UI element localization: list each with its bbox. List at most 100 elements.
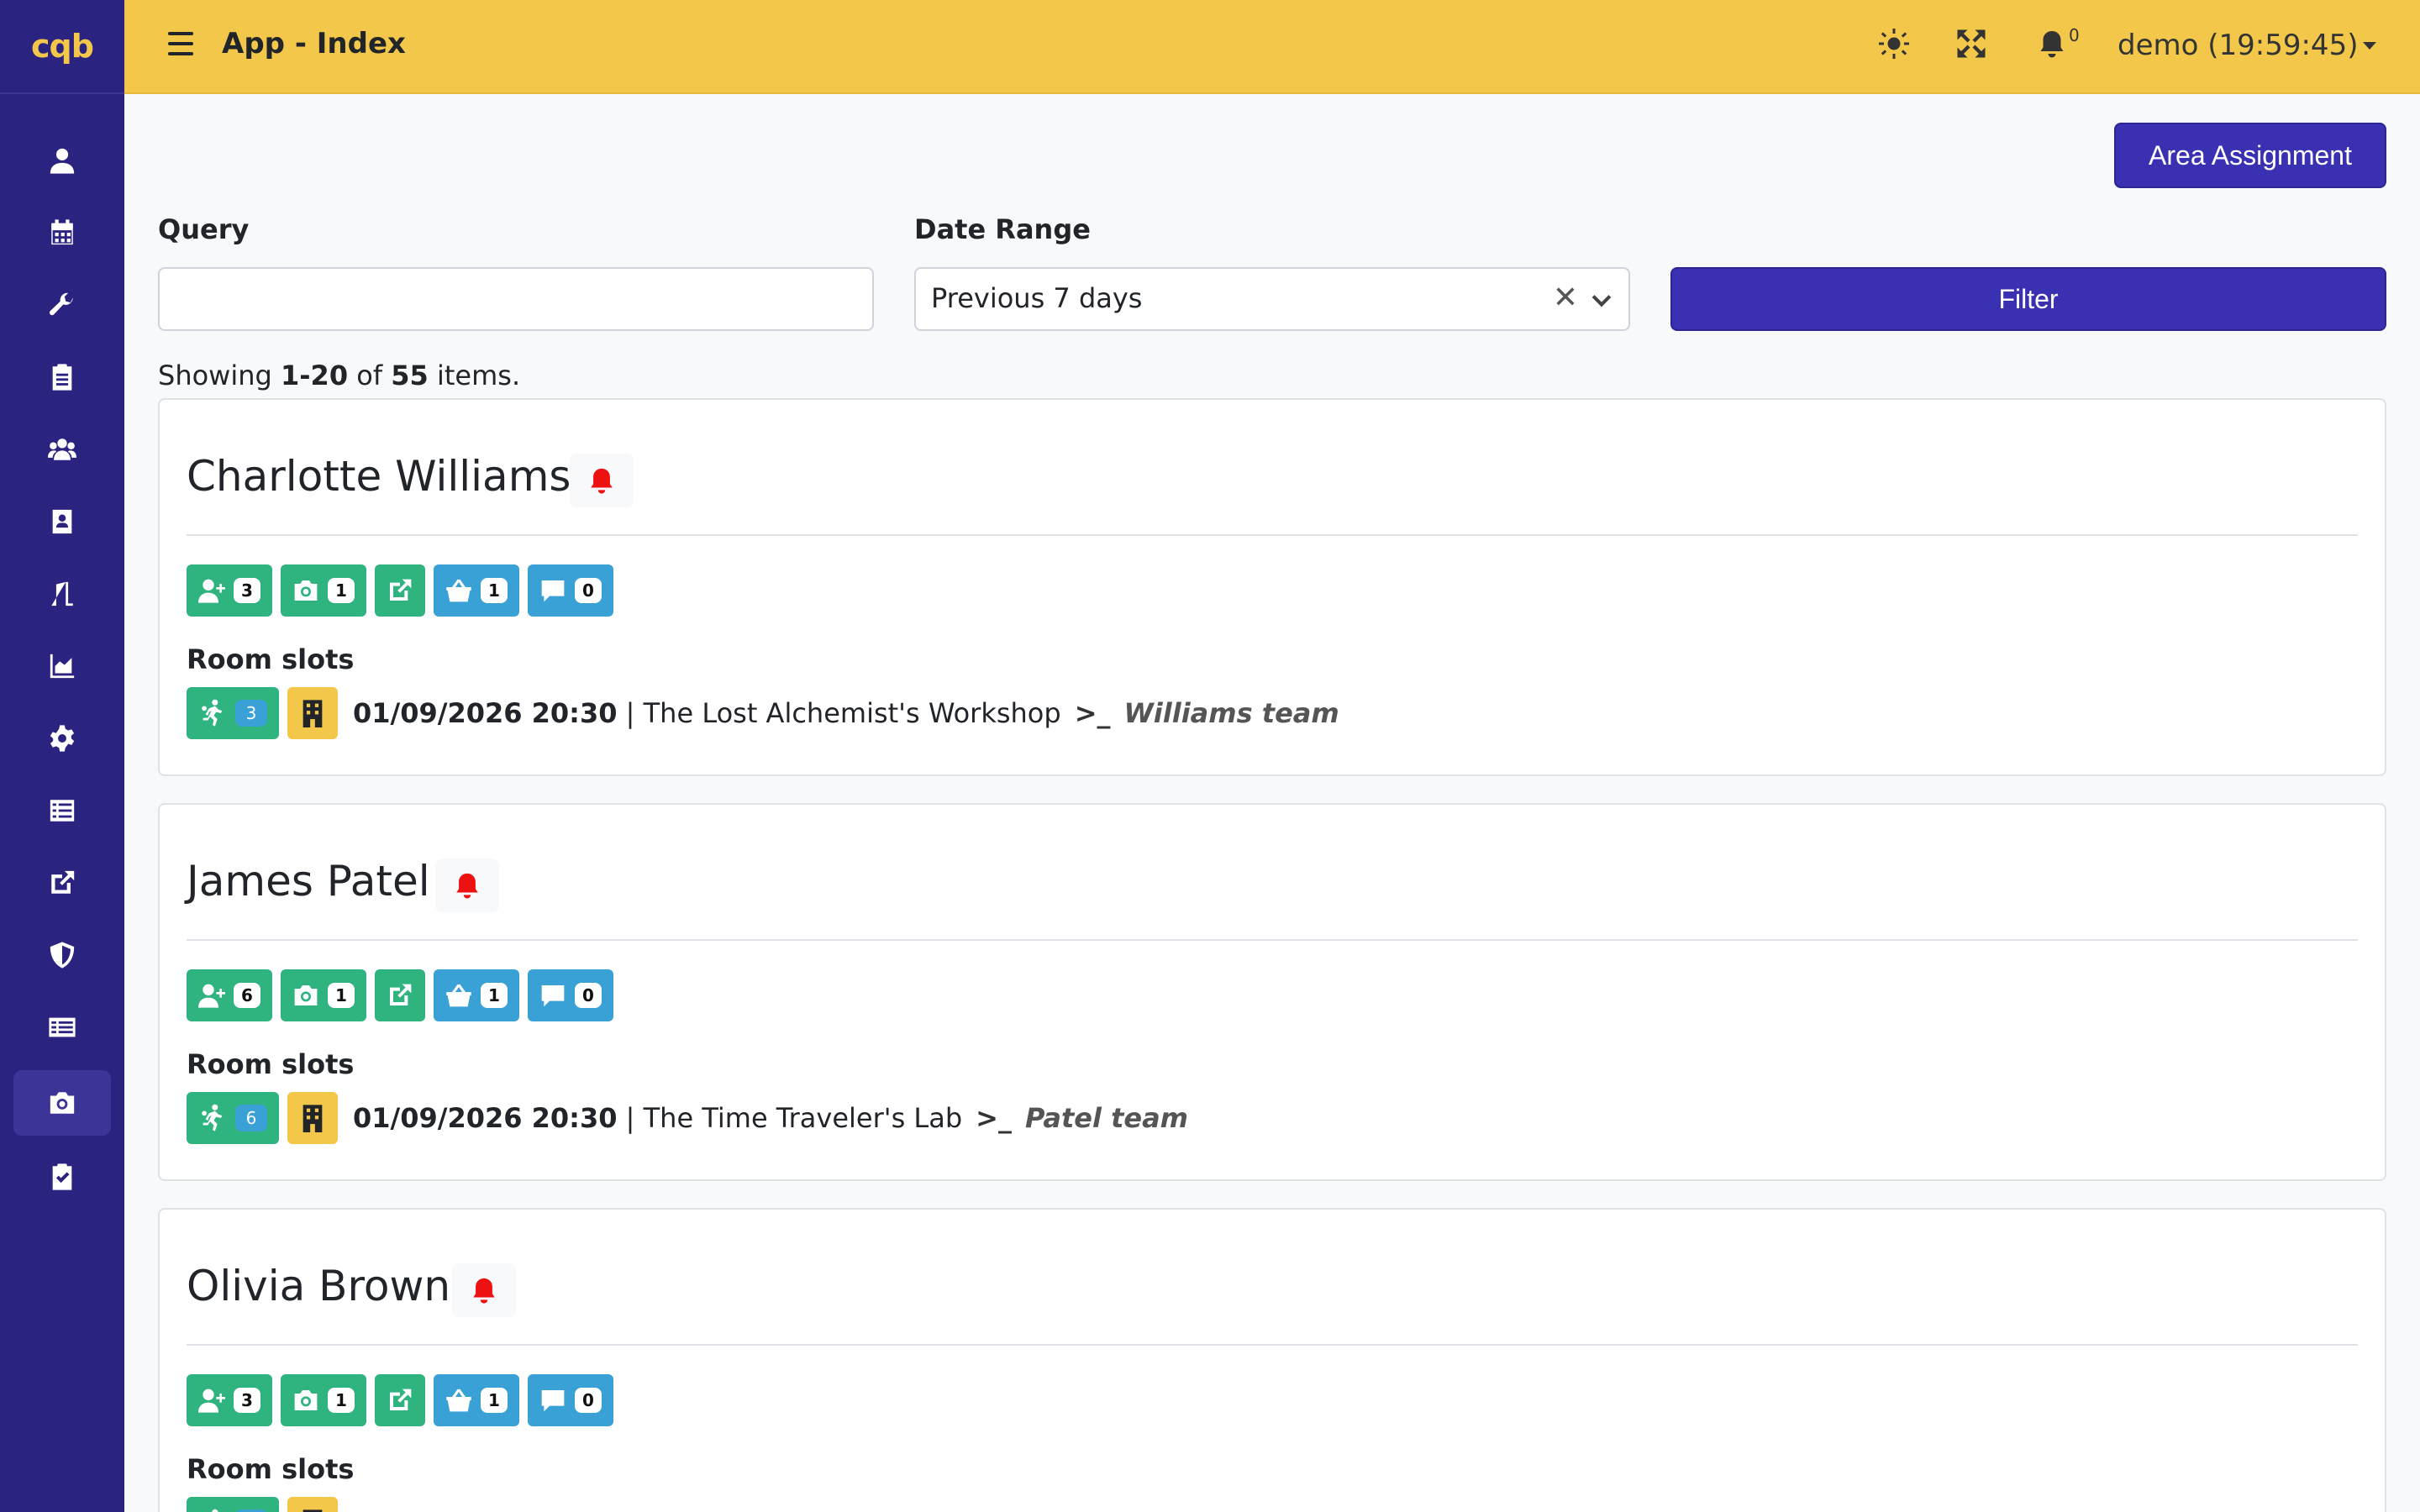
players-count: 6 bbox=[234, 983, 260, 1008]
building-badge[interactable] bbox=[287, 687, 338, 739]
sidebar-item-settings[interactable] bbox=[13, 706, 111, 771]
sidebar-item-users-profile[interactable] bbox=[13, 128, 111, 193]
results-total: 55 bbox=[391, 360, 429, 391]
slot-details: 01/09/2026 20:30 | The Lost Alchemist's … bbox=[353, 697, 1061, 729]
sidebar-item-tools[interactable] bbox=[13, 272, 111, 338]
shop-badge[interactable]: 1 bbox=[434, 564, 519, 617]
query-label: Query bbox=[158, 213, 250, 245]
date-range-label: Date Range bbox=[914, 213, 1091, 245]
user-plus-icon bbox=[198, 984, 225, 1008]
basket-icon bbox=[446, 579, 471, 602]
photos-badge[interactable]: 1 bbox=[281, 564, 366, 617]
sidebar-item-security[interactable] bbox=[13, 922, 111, 988]
alert-button[interactable] bbox=[452, 1263, 516, 1317]
comments-count: 0 bbox=[575, 578, 602, 603]
open-link-badge[interactable] bbox=[375, 1374, 425, 1426]
building-icon bbox=[302, 1105, 323, 1132]
results-summary: Showing 1-20 of 55 items. bbox=[158, 360, 521, 391]
sidebar-item-table[interactable] bbox=[13, 995, 111, 1060]
people-running-icon bbox=[202, 1104, 223, 1131]
slot-players-count: 3 bbox=[235, 700, 267, 727]
terminal-icon: >_ bbox=[1074, 697, 1111, 729]
notifications-button[interactable] bbox=[2037, 29, 2070, 62]
results-range: 1-20 bbox=[281, 360, 349, 391]
customer-name: Charlotte Williams bbox=[187, 452, 571, 501]
sidebar-item-list[interactable] bbox=[13, 778, 111, 843]
external-link-icon bbox=[390, 1389, 412, 1410]
building-badge[interactable] bbox=[287, 1497, 338, 1512]
chevron-down-icon[interactable] bbox=[1591, 287, 1612, 307]
photos-count: 1 bbox=[328, 1388, 355, 1413]
comments-badge[interactable]: 0 bbox=[528, 969, 613, 1021]
open-link-badge[interactable] bbox=[375, 969, 425, 1021]
alert-button[interactable] bbox=[435, 858, 499, 912]
bell-icon bbox=[456, 873, 478, 899]
slot-players-badge[interactable] bbox=[187, 1497, 279, 1512]
page-title: App - Index bbox=[222, 27, 406, 60]
building-badge[interactable] bbox=[287, 1092, 338, 1144]
camera-icon bbox=[294, 1390, 318, 1410]
players-badge[interactable]: 3 bbox=[187, 1374, 272, 1426]
comments-badge[interactable]: 0 bbox=[528, 564, 613, 617]
shop-badge[interactable]: 1 bbox=[434, 969, 519, 1021]
bell-icon bbox=[591, 468, 613, 494]
sun-icon bbox=[1879, 29, 1909, 59]
divider bbox=[187, 939, 2358, 941]
players-badge[interactable]: 3 bbox=[187, 564, 272, 617]
sidebar-item-statistics[interactable] bbox=[13, 633, 111, 699]
camera-icon bbox=[50, 1092, 75, 1114]
clear-icon[interactable]: ✕ bbox=[1553, 281, 1578, 315]
terminal-icon: >_ bbox=[976, 1102, 1012, 1134]
clipboard-check-icon bbox=[52, 1163, 72, 1190]
chart-area-icon bbox=[50, 654, 75, 679]
sidebar-item-rooms[interactable] bbox=[13, 561, 111, 627]
open-link-badge[interactable] bbox=[375, 564, 425, 617]
slot-team: Patel team bbox=[1024, 1102, 1189, 1134]
external-link-icon bbox=[390, 579, 412, 601]
sidebar-item-contacts[interactable] bbox=[13, 489, 111, 554]
date-range-value: Previous 7 days bbox=[931, 282, 1143, 314]
slot-room: | The Time Traveler's Lab bbox=[617, 1102, 963, 1134]
photos-badge[interactable]: 1 bbox=[281, 969, 366, 1021]
sidebar-item-photos[interactable] bbox=[13, 1070, 111, 1136]
logo[interactable]: cqb bbox=[0, 0, 124, 94]
sidebar-item-reports[interactable] bbox=[13, 344, 111, 410]
sidebar-item-tasks[interactable] bbox=[13, 1144, 111, 1210]
alert-button[interactable] bbox=[570, 454, 634, 507]
door-icon bbox=[51, 581, 73, 606]
expand-icon bbox=[1957, 29, 1986, 58]
clipboard-icon bbox=[52, 364, 72, 391]
date-range-select[interactable]: Previous 7 days ✕ bbox=[914, 267, 1630, 331]
logo-text: cqb bbox=[31, 28, 94, 65]
theme-toggle-button[interactable] bbox=[1879, 29, 1912, 62]
hamburger-menu-icon[interactable] bbox=[168, 32, 193, 60]
chevron-down-icon[interactable] bbox=[2363, 42, 2376, 50]
query-input[interactable] bbox=[158, 267, 874, 331]
topbar: App - Index 0 demo (19:59:45) bbox=[124, 0, 2420, 94]
sidebar-item-calendar[interactable] bbox=[13, 200, 111, 265]
filter-button[interactable]: Filter bbox=[1670, 267, 2386, 331]
slot-players-badge[interactable]: 6 bbox=[187, 1092, 279, 1144]
fullscreen-button[interactable] bbox=[1956, 29, 1990, 62]
user-plus-icon bbox=[198, 579, 225, 603]
photos-badge[interactable]: 1 bbox=[281, 1374, 366, 1426]
players-badge[interactable]: 6 bbox=[187, 969, 272, 1021]
comments-badge[interactable]: 0 bbox=[528, 1374, 613, 1426]
notification-count: 0 bbox=[2069, 25, 2080, 45]
wrench-icon bbox=[49, 292, 73, 316]
comment-icon bbox=[541, 1390, 565, 1412]
list-icon bbox=[50, 800, 75, 822]
booking-card: Charlotte Williams 3 1 1 0 Room slots 3 … bbox=[158, 398, 2386, 776]
shop-badge[interactable]: 1 bbox=[434, 1374, 519, 1426]
area-assignment-button[interactable]: Area Assignment bbox=[2114, 123, 2386, 188]
sidebar-item-external[interactable] bbox=[13, 850, 111, 916]
action-badges: 6 1 1 0 bbox=[187, 969, 613, 1021]
sidebar-item-teams[interactable] bbox=[13, 417, 111, 482]
room-slots-heading: Room slots bbox=[187, 643, 355, 675]
main-content: Area Assignment Query Date Range Previou… bbox=[124, 96, 2420, 1512]
room-slots-heading: Room slots bbox=[187, 1453, 355, 1485]
people-running-icon bbox=[202, 699, 223, 727]
building-icon bbox=[302, 700, 323, 727]
user-menu[interactable]: demo (19:59:45) bbox=[2118, 29, 2358, 62]
slot-players-badge[interactable]: 3 bbox=[187, 687, 279, 739]
